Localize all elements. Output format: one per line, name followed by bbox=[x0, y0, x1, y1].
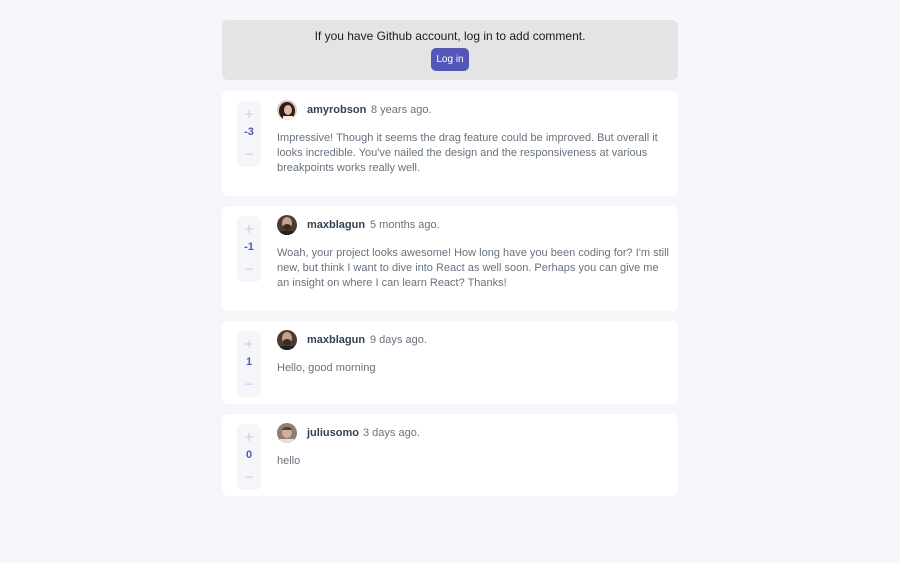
comment-timestamp: 5 months ago. bbox=[370, 219, 440, 231]
login-button[interactable]: Log in bbox=[431, 48, 469, 71]
comment-content: hello bbox=[277, 455, 301, 467]
login-message: If you have Github account, log in to ad… bbox=[314, 29, 586, 43]
vote-score: 0 bbox=[245, 449, 253, 461]
comment-timestamp: 8 years ago. bbox=[371, 104, 432, 116]
comment-card: + -3 − amyrobson 8 years ago. Impressive… bbox=[222, 91, 678, 196]
vote-control: + 0 − bbox=[237, 424, 261, 490]
vote-control: + 1 − bbox=[237, 331, 261, 397]
comment-timestamp: 3 days ago. bbox=[363, 427, 420, 439]
downvote-minus-icon[interactable]: − bbox=[237, 471, 261, 483]
comments-section: If you have Github account, log in to ad… bbox=[222, 20, 678, 496]
vote-control: + -1 − bbox=[237, 216, 261, 282]
comment-card: + 0 − juliusomo 3 days ago. hello bbox=[222, 414, 678, 496]
comment-username[interactable]: juliusomo bbox=[307, 427, 359, 440]
vote-score: -3 bbox=[244, 126, 254, 138]
comment-username[interactable]: amyrobson bbox=[307, 104, 366, 117]
avatar[interactable] bbox=[277, 330, 297, 350]
vote-score: 1 bbox=[245, 356, 253, 368]
downvote-minus-icon[interactable]: − bbox=[237, 378, 261, 390]
upvote-plus-icon[interactable]: + bbox=[237, 431, 261, 443]
comment-username[interactable]: maxblagun bbox=[307, 334, 365, 347]
upvote-plus-icon[interactable]: + bbox=[237, 223, 261, 235]
login-banner: If you have Github account, log in to ad… bbox=[222, 20, 678, 80]
comment-username[interactable]: maxblagun bbox=[307, 219, 365, 232]
avatar[interactable] bbox=[277, 423, 297, 443]
comment-content: Woah, your project looks awesome! How lo… bbox=[277, 247, 669, 289]
avatar[interactable] bbox=[277, 100, 297, 120]
comment-card: + 1 − maxblagun 9 days ago. Hello, good … bbox=[222, 321, 678, 404]
comment-timestamp: 9 days ago. bbox=[370, 334, 427, 346]
vote-control: + -3 − bbox=[237, 101, 261, 167]
upvote-plus-icon[interactable]: + bbox=[237, 338, 261, 350]
avatar[interactable] bbox=[277, 215, 297, 235]
comment-content: Impressive! Though it seems the drag fea… bbox=[277, 132, 658, 174]
upvote-plus-icon[interactable]: + bbox=[237, 108, 261, 120]
vote-score: -1 bbox=[244, 241, 254, 253]
downvote-minus-icon[interactable]: − bbox=[237, 148, 261, 160]
comment-card: + -1 − maxblagun 5 months ago. Woah, you… bbox=[222, 206, 678, 311]
comment-content: Hello, good morning bbox=[277, 362, 376, 374]
downvote-minus-icon[interactable]: − bbox=[237, 263, 261, 275]
